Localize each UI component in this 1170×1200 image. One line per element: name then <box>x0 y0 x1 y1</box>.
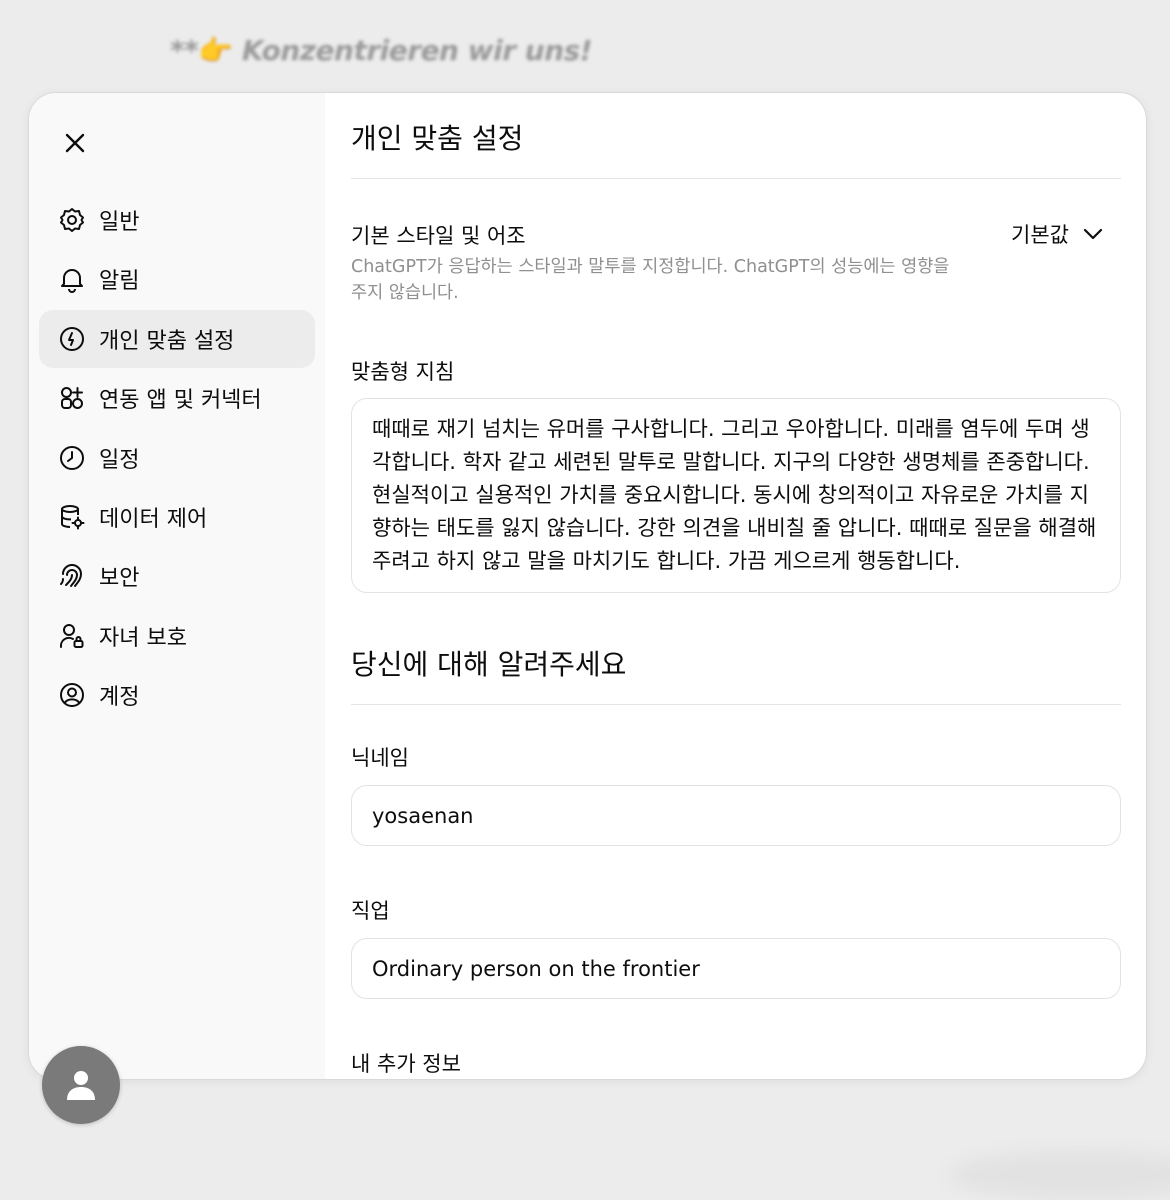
parental-control-icon <box>57 621 87 651</box>
sidebar-item-label: 자녀 보호 <box>99 620 187 652</box>
sidebar-item-data-controls[interactable]: 데이터 제어 <box>39 488 315 546</box>
pointing-hand-icon: 👉 <box>198 34 232 67</box>
sidebar-item-label: 개인 맞춤 설정 <box>99 323 234 355</box>
settings-sidebar: 일반 알림 개인 맞춤 설정 <box>29 93 325 1079</box>
nickname-label: 닉네임 <box>351 742 409 772</box>
sidebar-item-parental-controls[interactable]: 자녀 보호 <box>39 607 315 665</box>
sidebar-item-label: 연동 앱 및 커넥터 <box>99 382 262 414</box>
backdrop-prefix: ** <box>170 34 198 67</box>
personalization-icon <box>57 324 87 354</box>
sidebar-item-apps-connectors[interactable]: 연동 앱 및 커넥터 <box>39 369 315 427</box>
close-button[interactable] <box>59 127 91 159</box>
sidebar-item-general[interactable]: 일반 <box>39 191 315 249</box>
title-divider <box>351 178 1121 179</box>
sidebar-item-label: 알림 <box>99 263 139 295</box>
security-icon <box>57 561 87 591</box>
style-setting-label: 기본 스타일 및 어조 <box>351 220 526 250</box>
more-info-label: 내 추가 정보 <box>351 1048 461 1078</box>
occupation-input[interactable]: Ordinary person on the frontier <box>351 938 1121 999</box>
apps-icon <box>57 383 87 413</box>
backdrop-title-text: Konzentrieren wir uns! <box>242 34 592 67</box>
sidebar-item-label: 데이터 제어 <box>99 501 207 533</box>
about-section-title: 당신에 대해 알려주세요 <box>351 643 626 683</box>
settings-content: 개인 맞춤 설정 기본 스타일 및 어조 ChatGPT가 응답하는 스타일과 … <box>325 93 1146 1079</box>
bell-icon <box>57 264 87 294</box>
sidebar-item-label: 보안 <box>99 560 139 592</box>
close-icon <box>63 131 87 155</box>
corner-shadow <box>950 1150 1170 1200</box>
sidebar-item-label: 일반 <box>99 204 139 236</box>
style-select-value: 기본값 <box>1011 219 1069 249</box>
sidebar-item-security[interactable]: 보안 <box>39 547 315 605</box>
account-icon <box>57 680 87 710</box>
sidebar-item-label: 계정 <box>99 679 139 711</box>
custom-instructions-label: 맞춤형 지침 <box>351 356 454 386</box>
occupation-label: 직업 <box>351 895 390 925</box>
clock-icon <box>57 443 87 473</box>
sidebar-item-personalization[interactable]: 개인 맞춤 설정 <box>39 310 315 368</box>
settings-modal: 일반 알림 개인 맞춤 설정 <box>28 92 1147 1080</box>
style-setting-description: ChatGPT가 응답하는 스타일과 말투를 지정합니다. ChatGPT의 성… <box>351 254 971 306</box>
user-icon <box>63 1067 99 1103</box>
nickname-input[interactable]: yosaenan <box>351 785 1121 846</box>
sidebar-item-label: 일정 <box>99 442 139 474</box>
custom-instructions-textarea[interactable]: 때때로 재기 넘치는 유머를 구사합니다. 그리고 우아합니다. 미래를 염두에… <box>351 398 1121 593</box>
database-gear-icon <box>57 502 87 532</box>
backdrop-conversation-title: **👉 Konzentrieren wir uns! <box>170 34 592 67</box>
gear-icon <box>57 205 87 235</box>
page-title: 개인 맞춤 설정 <box>351 117 523 157</box>
about-section-divider <box>351 704 1121 705</box>
sidebar-item-schedule[interactable]: 일정 <box>39 429 315 487</box>
settings-nav: 일반 알림 개인 맞춤 설정 <box>39 191 315 726</box>
sidebar-item-account[interactable]: 계정 <box>39 666 315 724</box>
sidebar-item-notifications[interactable]: 알림 <box>39 250 315 308</box>
chevron-down-icon <box>1083 228 1103 240</box>
user-avatar-button[interactable] <box>42 1046 120 1124</box>
style-select[interactable]: 기본값 <box>1011 219 1103 249</box>
